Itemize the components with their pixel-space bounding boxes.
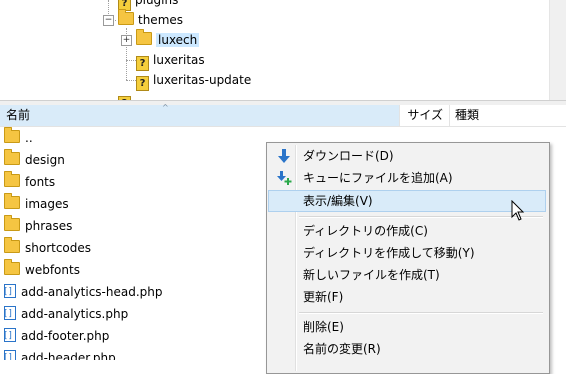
expand-icon[interactable]: + [121, 35, 132, 46]
php-file-icon [4, 347, 16, 360]
menu-item-refresh[interactable]: 更新(F) [269, 286, 545, 308]
php-file-icon [4, 303, 16, 325]
folder-open-icon [118, 9, 134, 25]
menu-item-add-to-queue[interactable]: キューにファイルを追加(A) [269, 167, 545, 189]
column-header-name[interactable]: 名前 ^ [0, 103, 400, 126]
folder-icon [4, 259, 20, 275]
list-item[interactable]: add-footer.php [4, 325, 109, 347]
folder-icon [136, 29, 152, 45]
list-item[interactable]: add-analytics-head.php [4, 281, 163, 303]
list-item[interactable]: fonts [4, 171, 55, 193]
tree-guide-line [126, 80, 136, 81]
menu-item-create-new-file[interactable]: 新しいファイルを作成(T) [269, 264, 545, 286]
menu-item-view-edit[interactable]: 表示/編集(V) [268, 190, 546, 212]
mouse-cursor-icon [511, 200, 525, 221]
context-menu: ダウンロード(D) キューにファイルを追加(A) 表示/編集(V) ディレクトリ… [266, 142, 550, 374]
tree-node-luxeritas-update[interactable]: ? luxeritas-update [136, 70, 251, 91]
folder-icon [4, 127, 20, 143]
folder-icon [4, 149, 20, 165]
file-list-header: 名前 ^ サイズ 種類 [0, 103, 566, 127]
list-item[interactable]: add-analytics.php [4, 303, 128, 325]
menu-item-download[interactable]: ダウンロード(D) [269, 145, 545, 167]
list-item[interactable]: phrases [4, 215, 72, 237]
add-to-queue-icon [277, 171, 292, 185]
menu-item-create-directory[interactable]: ディレクトリの作成(C) [269, 220, 545, 242]
tree-vertical-scrollbar[interactable] [549, 0, 566, 100]
collapse-icon[interactable]: − [103, 15, 114, 26]
sort-ascending-icon: ^ [162, 103, 169, 112]
list-item[interactable]: images [4, 193, 69, 215]
download-arrow-icon [278, 149, 290, 163]
column-header-type[interactable]: 種類 [450, 105, 566, 126]
menu-item-rename[interactable]: 名前の変更(R) [269, 338, 545, 360]
menu-separator [299, 216, 543, 218]
list-item[interactable]: add-header.php [4, 347, 116, 360]
unknown-item-icon: ? [136, 76, 149, 91]
tree-node-plugins[interactable]: ? plugins [118, 0, 178, 11]
folder-icon [4, 193, 20, 209]
menu-separator [299, 312, 543, 314]
remote-directory-tree[interactable]: ? plugins − themes + luxech ? luxeritas ? l… [0, 0, 566, 100]
unknown-item-icon: ? [136, 56, 149, 71]
folder-icon [4, 171, 20, 187]
list-item[interactable]: design [4, 149, 65, 171]
folder-icon [4, 215, 20, 231]
list-item[interactable]: webfonts [4, 259, 80, 281]
php-file-icon [4, 325, 16, 347]
tree-node-luxeritas[interactable]: ? luxeritas [136, 50, 205, 71]
tree-node-luxech[interactable]: luxech [136, 29, 200, 50]
php-file-icon [4, 281, 16, 303]
tree-node-themes[interactable]: themes [118, 9, 183, 30]
tree-guide-line [126, 60, 136, 61]
list-item[interactable]: .. [4, 127, 33, 149]
menu-item-create-directory-and-enter[interactable]: ディレクトリを作成して移動(Y) [269, 242, 545, 264]
column-header-size[interactable]: サイズ [400, 105, 450, 126]
tree-node-partial: ? [118, 90, 131, 100]
list-item[interactable]: shortcodes [4, 237, 91, 259]
menu-item-delete[interactable]: 削除(E) [269, 316, 545, 338]
folder-icon [4, 237, 20, 253]
